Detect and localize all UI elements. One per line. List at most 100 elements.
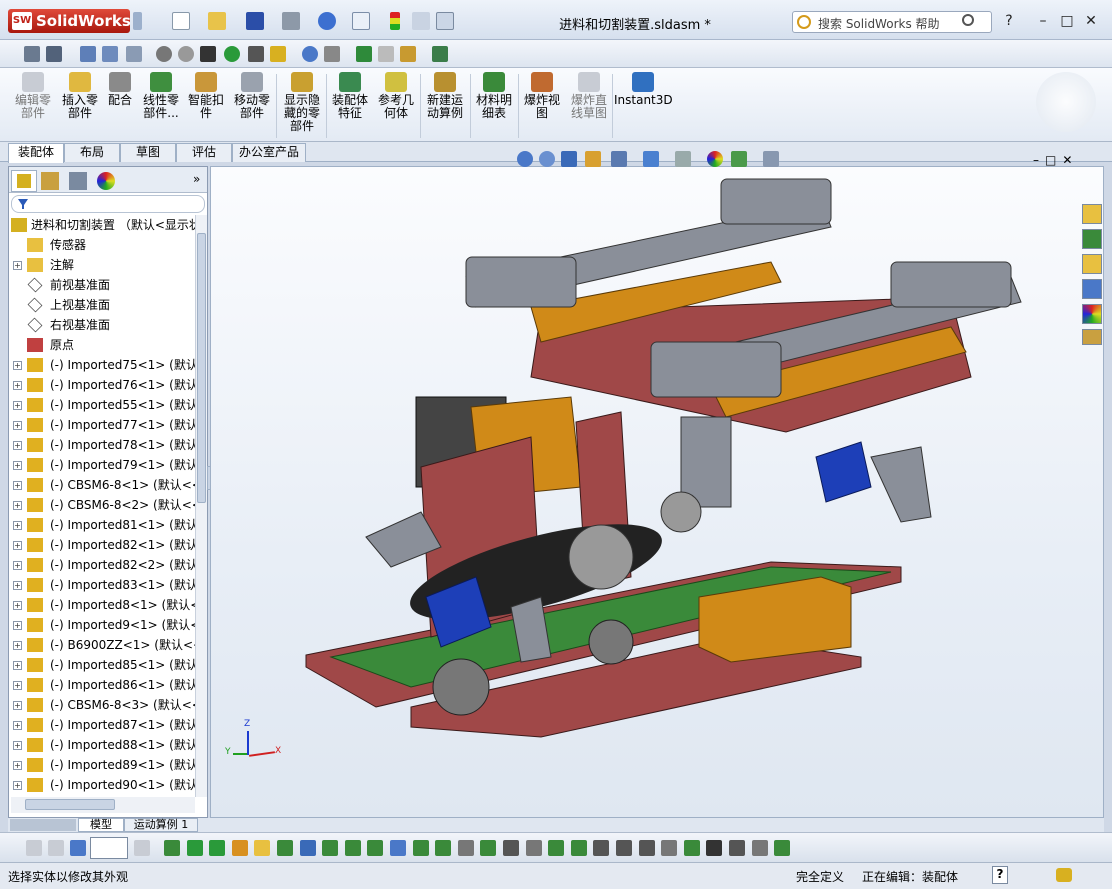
tree-item[interactable]: + (-) Imported85<1> (默认 (9, 655, 195, 675)
selection-filter-icon[interactable] (209, 840, 226, 856)
selection-filter-icon[interactable] (254, 840, 271, 856)
slider-block[interactable] (650, 341, 782, 398)
move-component-button[interactable]: 移动零 部件 (230, 72, 274, 120)
zoom-area-icon[interactable] (539, 151, 555, 167)
expand-toggle-icon[interactable]: + (13, 261, 22, 270)
tree-item[interactable]: + (-) Imported87<1> (默认 (9, 715, 195, 735)
open-folder-icon[interactable] (208, 12, 226, 30)
selection-filter-icon[interactable] (616, 840, 632, 856)
monitor-icon[interactable] (80, 46, 96, 62)
angle-icon[interactable] (46, 46, 62, 62)
selection-filter-icon[interactable] (435, 840, 452, 856)
tag-icon[interactable] (1056, 868, 1072, 882)
expand-toggle-icon[interactable]: + (13, 621, 22, 630)
selection-filter-icon[interactable] (412, 840, 429, 856)
tab-motion-study[interactable]: 运动算例 1 (124, 818, 198, 832)
horizontal-scrollbar[interactable] (11, 797, 195, 813)
selection-filter-icon[interactable] (525, 840, 542, 856)
edit-appearance-icon[interactable] (707, 151, 723, 167)
solidworks-logo[interactable]: SW SolidWorks (8, 9, 131, 33)
tree-item[interactable]: + (-) Imported9<1> (默认< (9, 615, 195, 635)
selection-filter-icon[interactable] (729, 840, 745, 856)
expand-toggle-icon[interactable]: + (13, 361, 22, 370)
show-hidden-button[interactable]: 显示隐 藏的零 部件 (280, 72, 324, 133)
plus-cross-icon[interactable] (270, 46, 286, 62)
hide-show-icon[interactable] (675, 151, 691, 167)
expand-toggle-icon[interactable]: + (13, 601, 22, 610)
expand-toggle-icon[interactable]: + (13, 761, 22, 770)
excel-icon[interactable] (356, 46, 372, 62)
print-icon[interactable] (282, 12, 300, 30)
file-explorer-icon[interactable] (1082, 254, 1102, 274)
display-style-icon[interactable] (643, 151, 659, 167)
key-icon[interactable] (24, 46, 40, 62)
slider-block[interactable] (720, 178, 832, 225)
graphics-area[interactable]: –□✕ Z X Y (210, 151, 1104, 818)
tree-filter[interactable] (11, 195, 205, 213)
tree-item[interactable]: + (-) Imported82<2> (默认 (9, 555, 195, 575)
tab-layout[interactable]: 布局 (64, 143, 120, 162)
filter-toggle-icon[interactable] (70, 840, 86, 856)
tree-item[interactable]: + (-) Imported81<1> (默认 (9, 515, 195, 535)
selection-filter-icon[interactable] (593, 840, 610, 856)
minimize-button[interactable]: – (1034, 12, 1052, 30)
tab-assembly[interactable]: 装配体 (8, 143, 64, 163)
selection-filter-icon[interactable] (706, 840, 723, 856)
assembly-feature-button[interactable]: 装配体 特征 (328, 72, 372, 120)
tree-item[interactable]: + (-) Imported89<1> (默认 (9, 755, 195, 775)
tree-root[interactable]: 进料和切割装置 （默认<显示状 (9, 215, 195, 235)
spring-icon[interactable] (248, 46, 264, 62)
selection-filter-icon[interactable] (683, 840, 700, 856)
location-pin-icon[interactable] (224, 46, 240, 62)
tree-item[interactable]: + (-) Imported8<1> (默认< (9, 595, 195, 615)
selection-filter-icon[interactable] (186, 840, 203, 856)
vertical-scrollbar[interactable] (195, 215, 207, 797)
selection-filter-icon[interactable] (344, 840, 361, 856)
expand-toggle-icon[interactable]: + (13, 721, 22, 730)
tree-item[interactable]: + (-) Imported88<1> (默认 (9, 735, 195, 755)
pulley[interactable] (588, 619, 634, 665)
expand-toggle-icon[interactable]: + (13, 441, 22, 450)
selection-filter-icon[interactable] (661, 840, 678, 856)
configuration-icon[interactable] (69, 172, 87, 190)
view-window-controls[interactable]: –□✕ (1033, 153, 1093, 167)
selection-filter-icon[interactable] (570, 840, 587, 856)
tool-icon[interactable] (126, 46, 142, 62)
tab-evaluate[interactable]: 评估 (176, 143, 232, 162)
view-orientation-icon[interactable] (611, 151, 627, 167)
filter-clear-icon[interactable] (48, 840, 64, 856)
smart-fastener-button[interactable]: 智能扣 件 (186, 72, 226, 120)
tab-sketch[interactable]: 草图 (120, 143, 176, 162)
view-palette-icon[interactable] (1082, 279, 1102, 299)
tree-item[interactable]: + (-) Imported82<1> (默认 (9, 535, 195, 555)
funnel-icon[interactable] (200, 46, 216, 62)
tree-item[interactable]: + (-) Imported86<1> (默认 (9, 675, 195, 695)
select-other-icon[interactable] (134, 840, 150, 856)
add-property-icon[interactable] (400, 46, 416, 62)
expand-panel-icon[interactable]: » (193, 172, 200, 186)
tab-model[interactable]: 模型 (78, 818, 124, 832)
bom-button[interactable]: 材料明 细表 (472, 72, 516, 120)
pulley[interactable] (568, 524, 634, 590)
expand-toggle-icon[interactable]: + (13, 781, 22, 790)
tree-item[interactable]: + (-) CBSM6-8<2> (默认<< (9, 495, 195, 515)
selection-filter-icon[interactable] (299, 840, 316, 856)
appearances-icon[interactable] (1082, 304, 1102, 324)
mate-button[interactable]: 配合 (104, 72, 136, 107)
selection-filter-icon[interactable] (277, 840, 293, 856)
section-view-icon[interactable] (585, 151, 601, 167)
maximize-button[interactable]: □ (1058, 12, 1076, 30)
tree-item[interactable]: 传感器 (9, 235, 195, 255)
custom-properties-icon[interactable] (1082, 329, 1102, 345)
zoom-to-fit-icon[interactable] (517, 151, 533, 167)
close-button[interactable]: ✕ (1082, 12, 1100, 30)
filter-icon[interactable] (26, 840, 42, 856)
expand-toggle-icon[interactable]: + (13, 561, 22, 570)
assembly-model[interactable] (211, 167, 1103, 817)
design-library-icon[interactable] (1082, 229, 1102, 249)
expand-toggle-icon[interactable]: + (13, 701, 22, 710)
expand-toggle-icon[interactable]: + (13, 641, 22, 650)
home-icon[interactable] (1082, 204, 1102, 224)
selection-filter-icon[interactable] (164, 840, 180, 856)
instant3d-button[interactable]: Instant3D (614, 72, 673, 107)
